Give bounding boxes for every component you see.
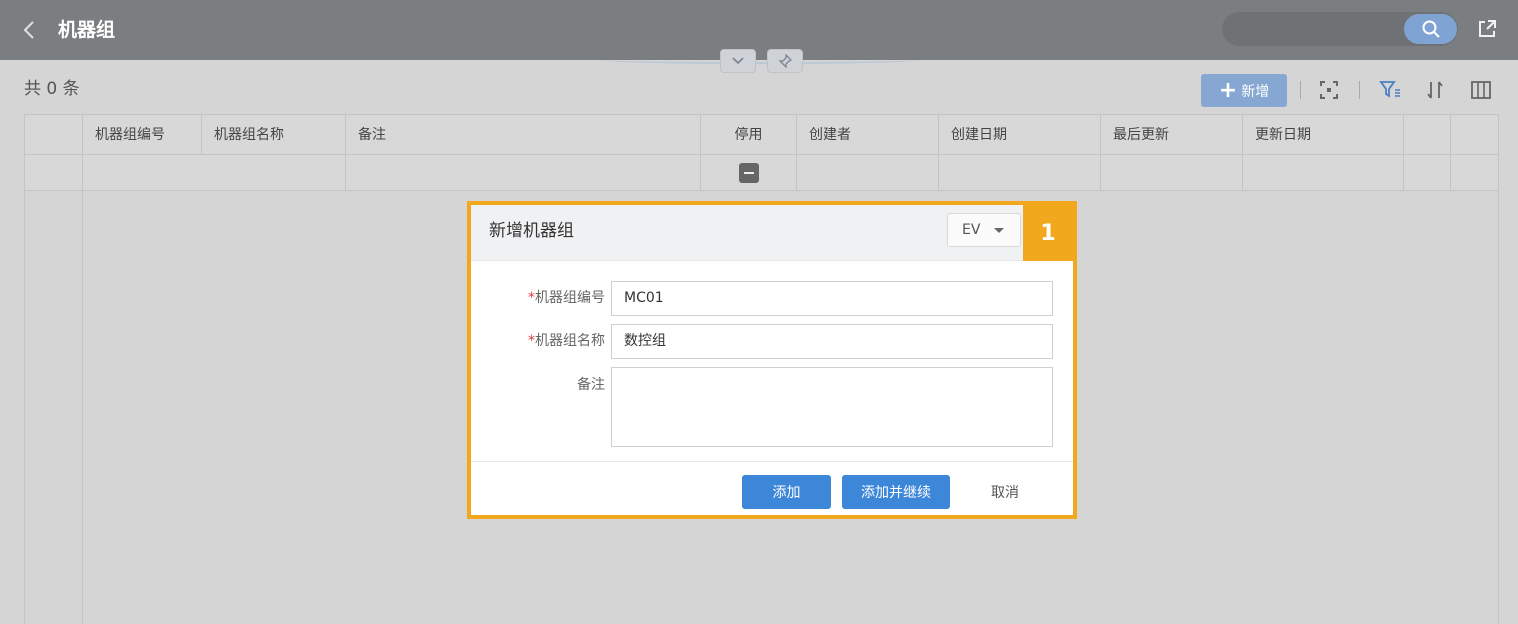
field-label-code: *机器组编号 [528,290,605,306]
disabled-filter-checkbox[interactable] [739,163,759,183]
pin-icon [778,54,792,68]
filter-cell[interactable] [797,155,939,190]
column-header-code[interactable]: 机器组编号 [83,115,202,155]
external-link-icon[interactable] [1476,18,1498,40]
step-badge: 1 [1023,205,1073,261]
search-button[interactable] [1404,14,1457,44]
language-select[interactable]: EV [947,213,1021,247]
pin-header-button[interactable] [767,49,803,73]
plus-icon: + [1218,77,1238,103]
app-header: 机器组 [0,0,1518,60]
add-new-button[interactable]: + 新增 [1201,74,1287,107]
collapse-header-button[interactable] [720,49,756,73]
column-header-remark[interactable]: 备注 [346,115,701,155]
filter-cell[interactable] [83,155,346,190]
columns-icon[interactable] [1469,78,1493,102]
header-divider-arc [600,56,920,64]
column-header-create-date[interactable]: 创建日期 [939,115,1101,155]
filter-cell[interactable] [1243,155,1404,190]
fullscreen-icon[interactable] [1317,78,1341,102]
add-and-continue-button[interactable]: 添加并继续 [842,475,950,509]
column-header-creator[interactable]: 创建者 [797,115,939,155]
page-title: 机器组 [58,19,116,41]
column-header-last-update[interactable]: 最后更新 [1101,115,1243,155]
chevron-down-icon [732,57,744,65]
toolbar-divider [1300,81,1301,99]
dialog-title: 新增机器组 [489,221,574,241]
table-header: 机器组编号 机器组名称 备注 停用 创建者 创建日期 最后更新 更新日期 [25,115,1498,155]
toolbar-divider [1359,81,1360,99]
search-icon [1422,20,1440,38]
add-new-label: 新增 [1241,83,1270,100]
dialog-footer-divider [471,461,1073,462]
add-machine-group-dialog: 新增机器组 EV 1 *机器组编号 MC01 *机器组名称 数控组 备注 添加 … [467,201,1077,519]
column-header-disabled[interactable]: 停用 [701,115,797,155]
filter-cell [25,155,83,190]
language-select-value: EV [962,222,981,238]
column-header-update-date[interactable]: 更新日期 [1243,115,1404,155]
record-count: 共 0 条 [24,79,80,99]
machine-group-name-input[interactable]: 数控组 [611,324,1053,359]
cancel-button[interactable]: 取消 [975,475,1035,509]
sort-icon[interactable] [1423,78,1447,102]
chevron-left-icon[interactable] [18,18,42,42]
row-number-header [25,115,83,155]
filter-cell[interactable] [939,155,1101,190]
column-header-name[interactable]: 机器组名称 [202,115,346,155]
filter-cell [701,155,797,190]
field-label-name: *机器组名称 [528,333,605,349]
dialog-header: 新增机器组 EV 1 [471,205,1073,261]
remark-textarea[interactable] [611,367,1053,447]
field-label-remark: 备注 [577,377,605,393]
caret-down-icon [994,228,1004,233]
filter-icon[interactable] [1378,78,1402,102]
add-button[interactable]: 添加 [742,475,831,509]
filter-cell[interactable] [346,155,701,190]
filter-cell [1404,155,1451,190]
column-header-extra [1404,115,1451,155]
row-number-divider [82,191,83,624]
filter-cell[interactable] [1101,155,1243,190]
machine-group-code-input[interactable]: MC01 [611,281,1053,316]
filter-row [25,155,1498,191]
